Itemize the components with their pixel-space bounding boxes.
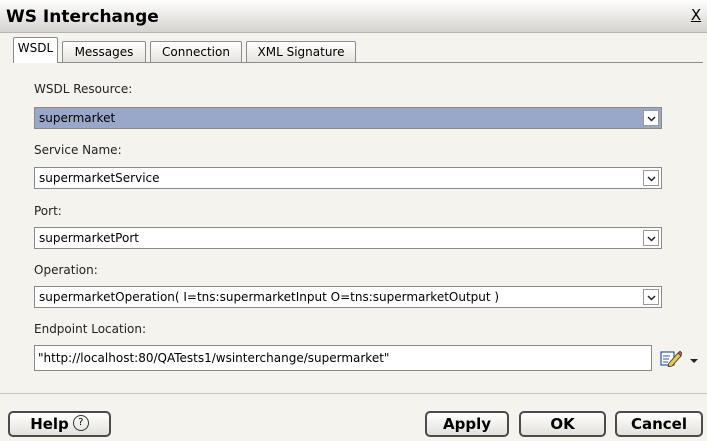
- ws-interchange-dialog: WS Interchange X WSDL Messages Connectio…: [0, 0, 707, 441]
- cancel-button[interactable]: Cancel: [615, 411, 703, 437]
- tab-divider: [13, 62, 703, 63]
- chevron-down-icon[interactable]: [643, 230, 659, 246]
- apply-button[interactable]: Apply: [425, 411, 509, 437]
- edit-pencil-icon[interactable]: [660, 349, 683, 368]
- port-label: Port:: [34, 204, 62, 218]
- help-button-label: Help: [30, 415, 69, 433]
- wsdl-resource-label: WSDL Resource:: [34, 82, 133, 96]
- operation-label: Operation:: [34, 263, 98, 277]
- tab-connection[interactable]: Connection: [150, 41, 242, 62]
- chevron-down-icon[interactable]: [643, 170, 659, 186]
- tab-messages[interactable]: Messages: [62, 41, 146, 62]
- tab-wsdl[interactable]: WSDL: [13, 37, 58, 63]
- ok-button[interactable]: OK: [519, 411, 606, 437]
- question-circle-icon: ?: [72, 414, 89, 431]
- endpoint-location-label: Endpoint Location:: [34, 322, 147, 336]
- service-name-value: supermarketService: [39, 171, 160, 185]
- title-bar: WS Interchange X: [0, 0, 707, 33]
- operation-select[interactable]: supermarketOperation( I=tns:supermarketI…: [34, 286, 662, 308]
- endpoint-location-value: "http://localhost:80/QATests1/wsintercha…: [38, 351, 390, 365]
- operation-value: supermarketOperation( I=tns:supermarketI…: [39, 290, 500, 304]
- service-name-label: Service Name:: [34, 143, 122, 157]
- port-value: supermarketPort: [39, 231, 139, 245]
- chevron-down-icon[interactable]: [643, 289, 659, 305]
- tab-xml-signature[interactable]: XML Signature: [246, 41, 356, 62]
- button-divider: [0, 393, 707, 394]
- chevron-down-icon[interactable]: [688, 352, 700, 364]
- wsdl-resource-value: supermarket: [39, 111, 116, 125]
- close-icon[interactable]: X: [689, 7, 703, 23]
- wsdl-resource-select[interactable]: supermarket: [34, 107, 662, 129]
- service-name-select[interactable]: supermarketService: [34, 167, 662, 189]
- window-title: WS Interchange: [6, 7, 159, 27]
- endpoint-location-input[interactable]: "http://localhost:80/QATests1/wsintercha…: [34, 345, 652, 371]
- port-select[interactable]: supermarketPort: [34, 227, 662, 249]
- chevron-down-icon[interactable]: [643, 110, 659, 126]
- help-button[interactable]: Help?: [8, 411, 111, 437]
